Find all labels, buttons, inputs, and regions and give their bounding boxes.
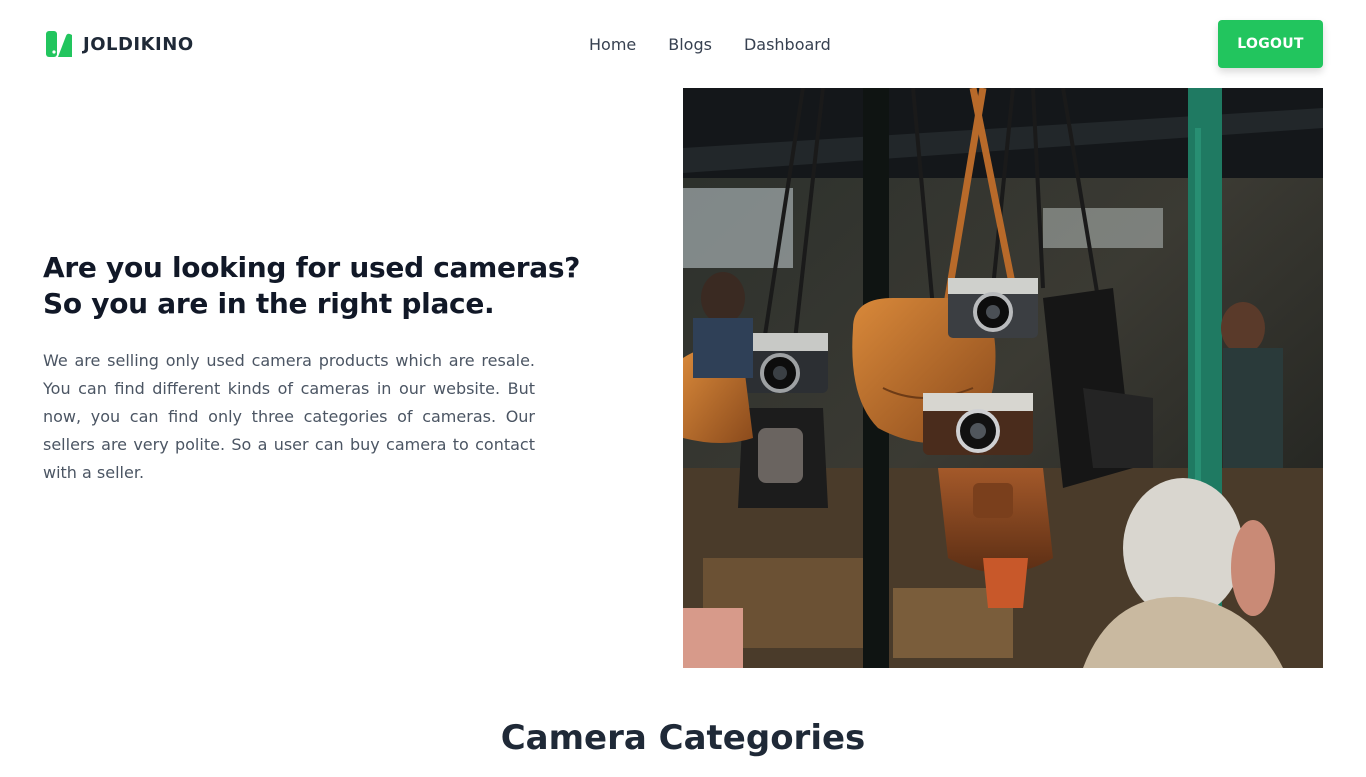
brand-link[interactable]: JOLDIKINO xyxy=(45,30,194,58)
hero-description: We are selling only used camera products… xyxy=(43,351,535,482)
hero-title-line-2: So you are in the right place. xyxy=(43,287,495,320)
joldikino-logo-icon xyxy=(46,31,72,57)
hero-title: Are you looking for used cameras? So you… xyxy=(43,250,581,322)
navbar: JOLDIKINO Home Blogs Dashboard LOGOUT xyxy=(0,0,1366,88)
hero-text: Are you looking for used cameras? So you… xyxy=(43,250,581,487)
hero-image-hanging-cameras xyxy=(683,88,1323,668)
nav-link-home[interactable]: Home xyxy=(589,35,636,54)
nav-link-blogs[interactable]: Blogs xyxy=(668,35,712,54)
hanging-cameras-illustration xyxy=(683,88,1323,668)
camera-categories-title: Camera Categories xyxy=(500,718,866,758)
hero-title-line-1: Are you looking for used cameras? xyxy=(43,251,581,284)
logout-button[interactable]: LOGOUT xyxy=(1218,20,1323,68)
nav-link-dashboard[interactable]: Dashboard xyxy=(744,35,831,54)
main-nav: Home Blogs Dashboard xyxy=(589,33,831,55)
brand-name: JOLDIKINO xyxy=(83,33,194,55)
